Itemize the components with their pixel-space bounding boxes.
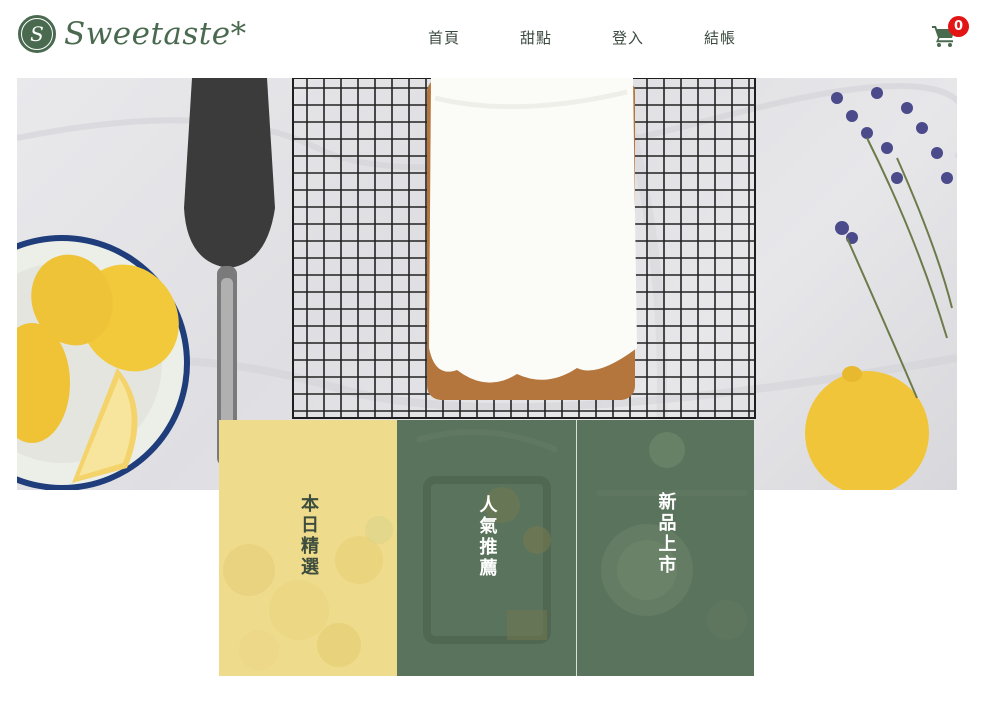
category-label: 新品上市	[655, 492, 677, 576]
nav-checkout[interactable]: 結帳	[704, 27, 736, 48]
category-label: 本日精選	[298, 494, 319, 578]
category-cards: 本日精選 人氣推薦 新品上市	[219, 420, 754, 676]
category-label: 人氣推薦	[476, 495, 498, 579]
brand-name: Sweetaste*	[64, 15, 247, 52]
nav-home[interactable]: 首頁	[428, 27, 460, 48]
logo-letter: S	[21, 18, 53, 50]
logo-mark: S	[18, 15, 56, 53]
cart-button[interactable]: 0	[931, 16, 969, 50]
category-card-new-arrivals[interactable]: 新品上市	[576, 420, 754, 676]
main-nav: 首頁 甜點 登入 結帳	[428, 27, 796, 48]
nav-login[interactable]: 登入	[612, 27, 644, 48]
brand-logo[interactable]: S Sweetaste*	[18, 15, 247, 53]
site-header: S Sweetaste* 首頁 甜點 登入 結帳 0	[0, 0, 989, 78]
nav-desserts[interactable]: 甜點	[520, 27, 552, 48]
category-card-daily-picks[interactable]: 本日精選	[219, 420, 397, 676]
category-card-popular[interactable]: 人氣推薦	[397, 420, 576, 676]
cart-count-badge: 0	[948, 16, 969, 37]
